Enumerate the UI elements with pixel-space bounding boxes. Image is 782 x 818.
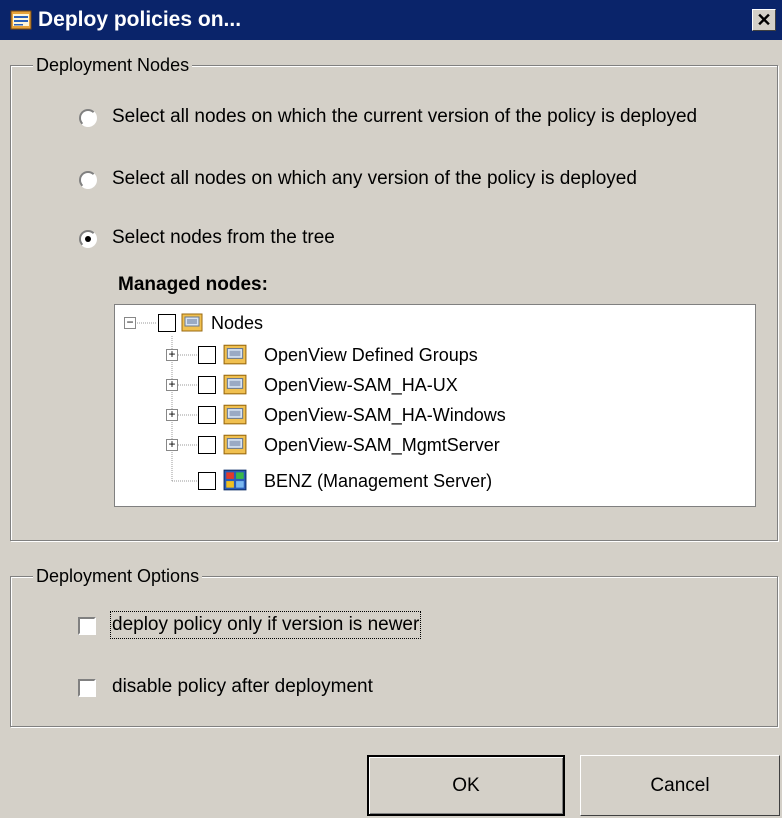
close-icon: ✕ — [756, 10, 772, 30]
close-button[interactable]: ✕ — [752, 9, 776, 31]
collapse-icon[interactable]: − — [124, 316, 136, 329]
node-folder-icon — [223, 344, 247, 365]
tree-item-openview-sam-mgmtserver[interactable]: OpenView-SAM_MgmtServer — [264, 433, 500, 457]
checkbox-openview-defined-groups[interactable] — [198, 346, 216, 364]
management-server-icon — [223, 469, 247, 491]
expand-icon[interactable]: + — [166, 378, 178, 391]
title-bar[interactable]: Deploy policies on... ✕ — [0, 0, 782, 40]
deployment-options-legend: Deployment Options — [33, 565, 203, 587]
cancel-button[interactable]: Cancel — [580, 755, 780, 816]
managed-nodes-label: Managed nodes: — [118, 274, 268, 295]
deployment-options-group — [10, 576, 778, 727]
node-folder-icon — [223, 374, 247, 395]
node-folder-icon — [223, 404, 247, 425]
checkbox-disable-after-deploy[interactable] — [78, 679, 96, 697]
checkbox-openview-sam-mgmtserver[interactable] — [198, 436, 216, 454]
policy-deploy-icon — [10, 10, 32, 30]
radio-any-version-label[interactable]: Select all nodes on which any version of… — [112, 167, 637, 191]
checkbox-benz-management-server[interactable] — [198, 472, 216, 490]
deploy-if-newer-label[interactable]: deploy policy only if version is newer — [109, 611, 422, 639]
radio-any-version[interactable] — [79, 171, 97, 189]
radio-current-version-label[interactable]: Select all nodes on which the current ve… — [112, 105, 697, 129]
expand-icon[interactable]: + — [166, 408, 178, 421]
tree-item-openview-sam-ha-ux[interactable]: OpenView-SAM_HA-UX — [264, 373, 458, 397]
tree-item-openview-sam-ha-windows[interactable]: OpenView-SAM_HA-Windows — [264, 403, 506, 427]
node-folder-icon — [223, 434, 247, 455]
dialog-title: Deploy policies on... — [38, 8, 242, 31]
tree-item-benz-management-server[interactable]: BENZ (Management Server) — [264, 469, 492, 493]
expand-icon[interactable]: + — [166, 348, 178, 361]
expand-icon[interactable]: + — [166, 438, 178, 451]
checkbox-openview-sam-ha-ux[interactable] — [198, 376, 216, 394]
checkbox-openview-sam-ha-windows[interactable] — [198, 406, 216, 424]
tree-item-nodes[interactable]: Nodes — [211, 311, 263, 335]
deployment-nodes-legend: Deployment Nodes — [33, 54, 193, 76]
ok-button[interactable]: OK — [367, 755, 565, 816]
managed-nodes-tree[interactable]: − Nodes + OpenView Defined Groups + Open… — [114, 304, 756, 507]
checkbox-nodes[interactable] — [158, 314, 176, 332]
radio-from-tree[interactable] — [79, 230, 97, 248]
checkbox-deploy-if-newer[interactable] — [78, 617, 96, 635]
radio-selected-dot — [85, 236, 91, 242]
radio-from-tree-label[interactable]: Select nodes from the tree — [112, 226, 335, 250]
node-folder-icon — [181, 313, 203, 332]
disable-after-deploy-label[interactable]: disable policy after deployment — [112, 675, 373, 699]
tree-item-openview-defined-groups[interactable]: OpenView Defined Groups — [264, 343, 478, 367]
deploy-policies-dialog: Deploy policies on... ✕ Deployment Nodes… — [0, 0, 782, 818]
radio-current-version[interactable] — [79, 109, 97, 127]
